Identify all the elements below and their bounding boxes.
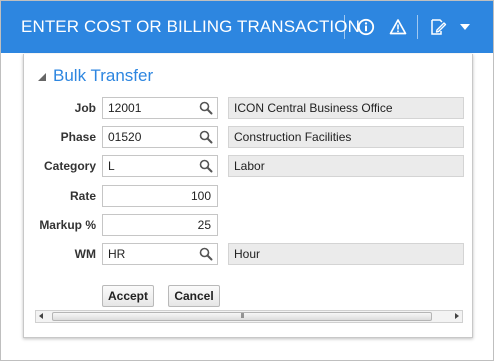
chevron-down-icon[interactable] (453, 14, 477, 40)
dialog-window: ENTER COST OR BILLING TRANSACTION Bulk T… (0, 0, 494, 361)
category-input[interactable] (103, 156, 197, 176)
rate-field (102, 185, 218, 207)
wm-description: Hour (228, 243, 464, 265)
category-description: Labor (228, 155, 464, 177)
title-bar: ENTER COST OR BILLING TRANSACTION (1, 1, 493, 53)
job-row: Job ICON Central Business Office (24, 97, 472, 119)
wm-row: WM Hour (24, 243, 472, 265)
phase-row: Phase Construction Facilities (24, 126, 472, 148)
category-row: Category Labor (24, 155, 472, 177)
rate-row: Rate (24, 185, 472, 207)
info-icon[interactable] (354, 14, 378, 40)
edit-icon[interactable] (426, 14, 450, 40)
phase-label: Phase (60, 130, 96, 144)
window-title: ENTER COST OR BILLING TRANSACTION (21, 17, 360, 36)
category-label: Category (43, 159, 96, 173)
search-icon[interactable] (199, 247, 213, 261)
phase-field (102, 126, 218, 148)
job-field (102, 97, 218, 119)
markup-row: Markup % (24, 214, 472, 236)
toolbar-separator (344, 15, 345, 39)
phase-input[interactable] (103, 127, 197, 147)
warning-icon[interactable] (386, 14, 410, 40)
job-input[interactable] (103, 98, 197, 118)
section-header-bulk-transfer[interactable]: Bulk Transfer (38, 65, 153, 87)
cancel-button[interactable]: Cancel (168, 285, 220, 307)
search-icon[interactable] (199, 130, 213, 144)
markup-field (102, 214, 218, 236)
wm-label: WM (74, 247, 96, 261)
markup-input[interactable] (103, 215, 217, 235)
category-field (102, 155, 218, 177)
rate-label: Rate (69, 189, 96, 203)
rate-input[interactable] (103, 186, 217, 206)
phase-description: Construction Facilities (228, 126, 464, 148)
horizontal-scrollbar[interactable]: III (35, 310, 463, 323)
section-title: Bulk Transfer (53, 66, 154, 85)
scroll-left-icon[interactable] (39, 313, 43, 319)
search-icon[interactable] (199, 101, 213, 115)
wm-field (102, 243, 218, 265)
scrollbar-grip: III (240, 313, 245, 320)
wm-input[interactable] (103, 244, 197, 264)
job-label: Job (74, 101, 96, 115)
accept-button[interactable]: Accept (102, 285, 154, 307)
search-icon[interactable] (199, 159, 213, 173)
scroll-right-icon[interactable] (455, 313, 459, 319)
collapse-triangle-icon[interactable] (38, 73, 46, 81)
job-description: ICON Central Business Office (228, 97, 464, 119)
markup-label: Markup % (39, 218, 96, 232)
bulk-transfer-panel: Bulk Transfer Job ICON Central Business … (23, 54, 473, 338)
scrollbar-thumb[interactable]: III (52, 312, 432, 321)
toolbar-separator (417, 15, 418, 39)
